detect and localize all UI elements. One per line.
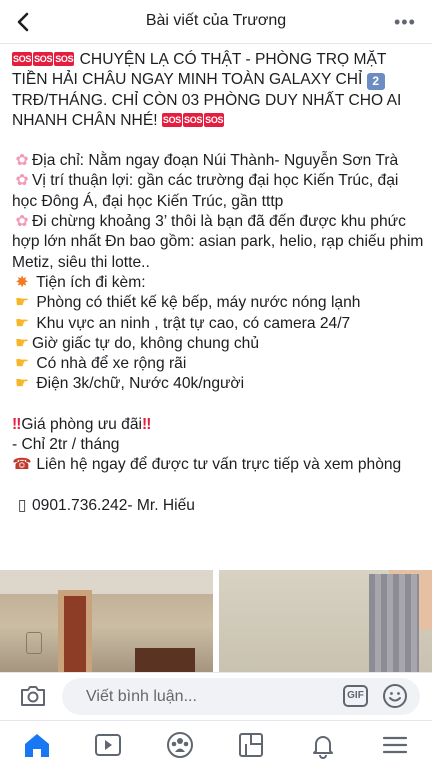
- pointing-hand-icon: ☛: [15, 334, 29, 352]
- camera-button[interactable]: [18, 682, 48, 710]
- sos-emoji-icon: SOS: [204, 112, 225, 127]
- location-line: ✿ Vị trí thuận lợi: gần các trường đại họ…: [12, 171, 424, 212]
- post-photos: [0, 570, 432, 672]
- nearby-text: Đi chừng khoảng 3’ thôi là bạn đã đến đư…: [12, 213, 424, 271]
- mobile-phone-icon: ▯: [17, 496, 27, 514]
- price-title: Giá phòng ưu đãi: [21, 415, 142, 433]
- double-exclamation-icon: ‼: [12, 415, 22, 433]
- phone-line: ▯ 0901.736.242- Mr. Hiếu: [12, 496, 424, 516]
- room-photo-door[interactable]: [0, 570, 213, 672]
- amenity-text: Có nhà để xe rộng rãi: [36, 355, 187, 373]
- keycap-number-icon: 2: [366, 73, 385, 91]
- price-value: - Chỉ 2tr / tháng: [12, 436, 120, 454]
- more-options-icon[interactable]: •••: [394, 12, 418, 32]
- location-text: Vị trí thuận lợi: gần các trường đại học…: [12, 172, 399, 210]
- tab-watch[interactable]: [93, 731, 123, 759]
- tab-home[interactable]: [22, 731, 52, 759]
- sos-emoji-icon: SOS: [183, 112, 204, 127]
- top-nav-bar: Bài viết của Trương •••: [0, 0, 432, 44]
- amenity-text: Phòng có thiết kế kệ bếp, máy nước nóng …: [36, 294, 361, 312]
- sos-emoji-icon: SOS: [33, 52, 54, 66]
- pointing-hand-icon: ☛: [15, 294, 29, 312]
- amenity-item: ☛ Phòng có thiết kế kệ bếp, máy nước nón…: [12, 293, 424, 313]
- contact-line: ☎ Liên hệ ngay để được tư vấn trực tiếp …: [12, 455, 424, 475]
- room-photo-window[interactable]: [219, 570, 432, 672]
- photo-wall-mark: [26, 632, 42, 654]
- video-icon: [95, 734, 121, 756]
- address-text: Địa chỉ: Nằm ngay đoạn Núi Thành- Nguyễn…: [32, 152, 399, 170]
- address-line: ✿ Địa chỉ: Nằm ngay đoạn Núi Thành- Nguyễ…: [12, 151, 424, 171]
- pointing-hand-icon: ☛: [15, 375, 29, 393]
- cherry-blossom-icon: ✿: [15, 213, 29, 231]
- amenity-text: Giờ giấc tự do, không chung chủ: [32, 334, 259, 352]
- comment-bar: GIF: [0, 672, 432, 720]
- tab-notifications[interactable]: [308, 731, 338, 759]
- amenity-item: ☛ Khu vực an ninh , trật tự cao, có came…: [12, 314, 424, 334]
- pointing-hand-icon: ☛: [15, 314, 29, 332]
- amenities-title: Tiện ích đi kèm:: [36, 273, 146, 291]
- cherry-blossom-icon: ✿: [15, 152, 29, 170]
- smiley-icon: [383, 684, 407, 708]
- sos-emoji-icon: SOS: [12, 52, 33, 66]
- amenity-item: ☛ Giờ giấc tự do, không chung chủ: [12, 334, 424, 354]
- photo-curtain: [369, 574, 419, 672]
- post-headline: SOS SOS SOS CHUYỆN LẠ CÓ THẬT - PHÒNG TRỌ …: [12, 50, 424, 131]
- tab-groups[interactable]: [165, 731, 195, 759]
- amenity-item: ☛ Điện 3k/chữ, Nước 40k/người: [12, 374, 424, 394]
- pointing-hand-icon: ☛: [15, 355, 29, 373]
- tab-pages[interactable]: [236, 731, 266, 759]
- photo-door: [64, 596, 86, 672]
- contact-text: Liên hệ ngay để được tư vấn trực tiếp và…: [36, 456, 402, 474]
- home-icon: [25, 734, 49, 757]
- phone-number[interactable]: 0901.736.242- Mr. Hiếu: [32, 497, 195, 514]
- cherry-blossom-icon: ✿: [15, 172, 29, 190]
- sos-emoji-icon: SOS: [161, 112, 183, 127]
- page-title: Bài viết của Trương: [145, 12, 287, 29]
- emoji-button[interactable]: [382, 683, 408, 709]
- notifications-icon: [313, 736, 333, 759]
- bottom-tab-bar: [0, 720, 432, 768]
- camera-icon: [21, 686, 45, 706]
- groups-icon: [167, 732, 193, 758]
- amenities-title-line: ✸ Tiện ích đi kèm:: [12, 273, 424, 293]
- marketplace-icon: [239, 733, 263, 757]
- telephone-icon: ☎: [12, 456, 32, 474]
- amenity-item: ☛ Có nhà để xe rộng rãi: [12, 354, 424, 374]
- amenity-text: Điện 3k/chữ, Nước 40k/người: [36, 375, 245, 393]
- tab-menu[interactable]: [380, 731, 410, 759]
- double-exclamation-icon: ‼: [141, 415, 152, 433]
- gif-button[interactable]: GIF: [343, 685, 368, 707]
- post-body: SOS SOS SOS CHUYỆN LẠ CÓ THẬT - PHÒNG TRỌ …: [12, 50, 424, 516]
- sos-emoji-icon: SOS: [54, 52, 75, 66]
- photo-cabinet: [135, 648, 195, 672]
- collision-icon: ✸: [15, 273, 29, 291]
- nearby-line: ✿ Đi chừng khoảng 3’ thôi là bạn đã đến đ…: [12, 212, 424, 273]
- menu-icon: [382, 736, 408, 754]
- photo-ceiling: [0, 570, 213, 594]
- amenity-text: Khu vực an ninh , trật tự cao, có camera…: [36, 314, 351, 332]
- price-title-line: ‼Giá phòng ưu đãi‼: [12, 415, 424, 435]
